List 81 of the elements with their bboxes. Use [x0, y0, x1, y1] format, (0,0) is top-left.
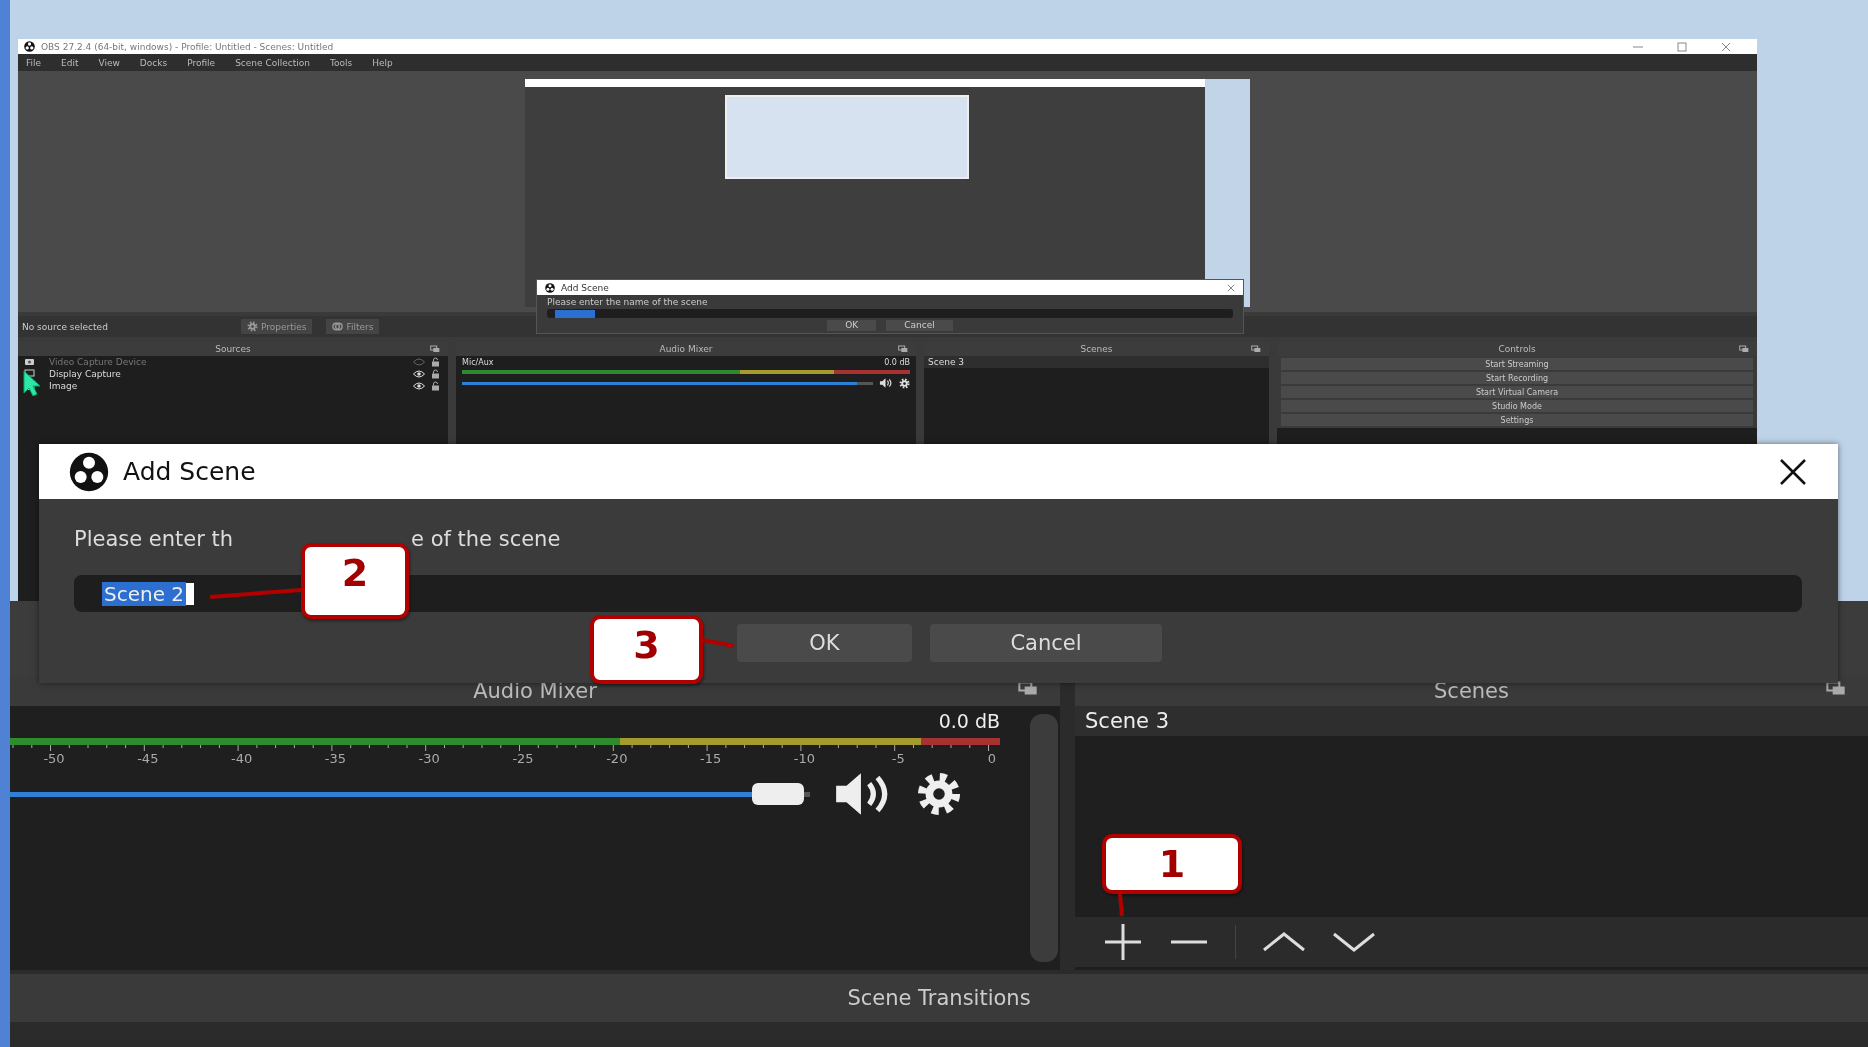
menu-item[interactable]: Edit	[61, 57, 79, 68]
dock-title: Audio Mixer	[659, 344, 713, 354]
volume-slider[interactable]	[462, 381, 873, 385]
tick-label: -45	[137, 751, 159, 766]
gear-icon[interactable]	[916, 771, 962, 817]
tick-label: -25	[512, 751, 534, 766]
menu-item[interactable]: Profile	[187, 57, 216, 68]
undock-icon[interactable]	[898, 345, 908, 353]
window-title: OBS 27.2.4 (64-bit, windows) - Profile: Untitled - Scenes: Untitled	[41, 41, 335, 52]
tick-label: -35	[324, 751, 346, 766]
leader-line	[1118, 893, 1124, 917]
dialog-prompt: Please enter th	[74, 527, 234, 551]
undock-icon[interactable]	[1251, 345, 1261, 353]
scrollbar[interactable]	[1030, 714, 1058, 962]
undock-icon[interactable]	[430, 345, 440, 353]
dock-title: Scene Transitions	[847, 986, 1031, 1010]
tick-label: -30	[418, 751, 440, 766]
step-callout: 1	[1102, 834, 1242, 894]
chevron-up-icon[interactable]	[1262, 930, 1306, 954]
leader-line	[702, 638, 735, 648]
menu-item[interactable]: Tools	[329, 57, 353, 68]
gear-icon[interactable]	[899, 377, 910, 389]
properties-button[interactable]: Properties	[241, 319, 313, 334]
tick-label: -40	[231, 751, 253, 766]
menu-item[interactable]: Help	[372, 57, 393, 68]
tick-label: -10	[793, 751, 815, 766]
undock-icon[interactable]	[1826, 681, 1846, 696]
speaker-icon[interactable]	[879, 377, 893, 389]
lock-icon[interactable]	[431, 357, 440, 367]
undock-icon[interactable]	[1739, 345, 1749, 353]
dock-title: Sources	[215, 344, 251, 354]
status-text: No source selected	[22, 321, 109, 332]
chevron-down-icon[interactable]	[1332, 930, 1376, 954]
input-field[interactable]	[547, 309, 1233, 318]
dock-title: Scenes	[1434, 679, 1509, 703]
dialog-prompt: e of the scene	[411, 527, 561, 551]
tick-label: -50	[43, 751, 65, 766]
gear-icon	[247, 321, 258, 332]
dialog-title: Add Scene	[123, 457, 257, 486]
volume-reading: 0.0 dB	[884, 358, 910, 367]
plus-icon[interactable]	[1103, 922, 1143, 962]
control-button[interactable]: Start Recording	[1281, 372, 1753, 384]
menu-item[interactable]: Scene Collection	[235, 57, 310, 68]
source-item[interactable]: Video Capture Device	[18, 356, 448, 368]
tick-label: 0	[987, 751, 997, 766]
camera-icon	[24, 357, 35, 367]
scene-item[interactable]: Scene 3	[1075, 706, 1868, 736]
control-button[interactable]: Settings	[1281, 414, 1753, 426]
channel-name: Mic/Aux	[462, 358, 494, 367]
control-button[interactable]: Start Streaming	[1281, 358, 1753, 370]
tick-label: -15	[700, 751, 722, 766]
menu-item[interactable]: View	[98, 57, 120, 68]
close-icon[interactable]	[1778, 456, 1808, 487]
volume-reading: 0.0 dB	[937, 709, 1000, 734]
dock-title: Scenes	[1080, 344, 1113, 354]
filters-button[interactable]: Filters	[326, 319, 380, 334]
cancel-button[interactable]: Cancel	[930, 624, 1162, 662]
tick-label: -5	[891, 751, 905, 766]
menu-item[interactable]: Docks	[139, 57, 168, 68]
undock-icon[interactable]	[1018, 681, 1038, 696]
menu-item[interactable]: File	[26, 57, 42, 68]
lock-icon[interactable]	[431, 381, 440, 391]
dialog-title: Add Scene	[561, 282, 610, 293]
source-item[interactable]: Image	[18, 380, 448, 392]
ok-button[interactable]: OK	[737, 624, 912, 662]
dialog-prompt: Please enter the name of the scene	[547, 297, 709, 307]
tick-label: -20	[606, 751, 628, 766]
control-button[interactable]: Start Virtual Camera	[1281, 386, 1753, 398]
source-item[interactable]: Display Capture	[18, 368, 448, 380]
step-callout: 2	[301, 543, 409, 619]
scene-item[interactable]: Scene 3	[924, 356, 1269, 368]
logo-icon	[69, 451, 109, 492]
cursor-icon	[23, 370, 41, 396]
dock-title: Controls	[1498, 344, 1536, 354]
dialog-button[interactable]: Cancel	[886, 320, 953, 331]
filter-icon	[332, 321, 344, 332]
text-cursor	[186, 582, 195, 605]
dialog-button[interactable]: OK	[827, 320, 877, 331]
control-button[interactable]: Studio Mode	[1281, 400, 1753, 412]
lock-icon[interactable]	[431, 369, 440, 379]
step-callout: 3	[590, 615, 703, 684]
